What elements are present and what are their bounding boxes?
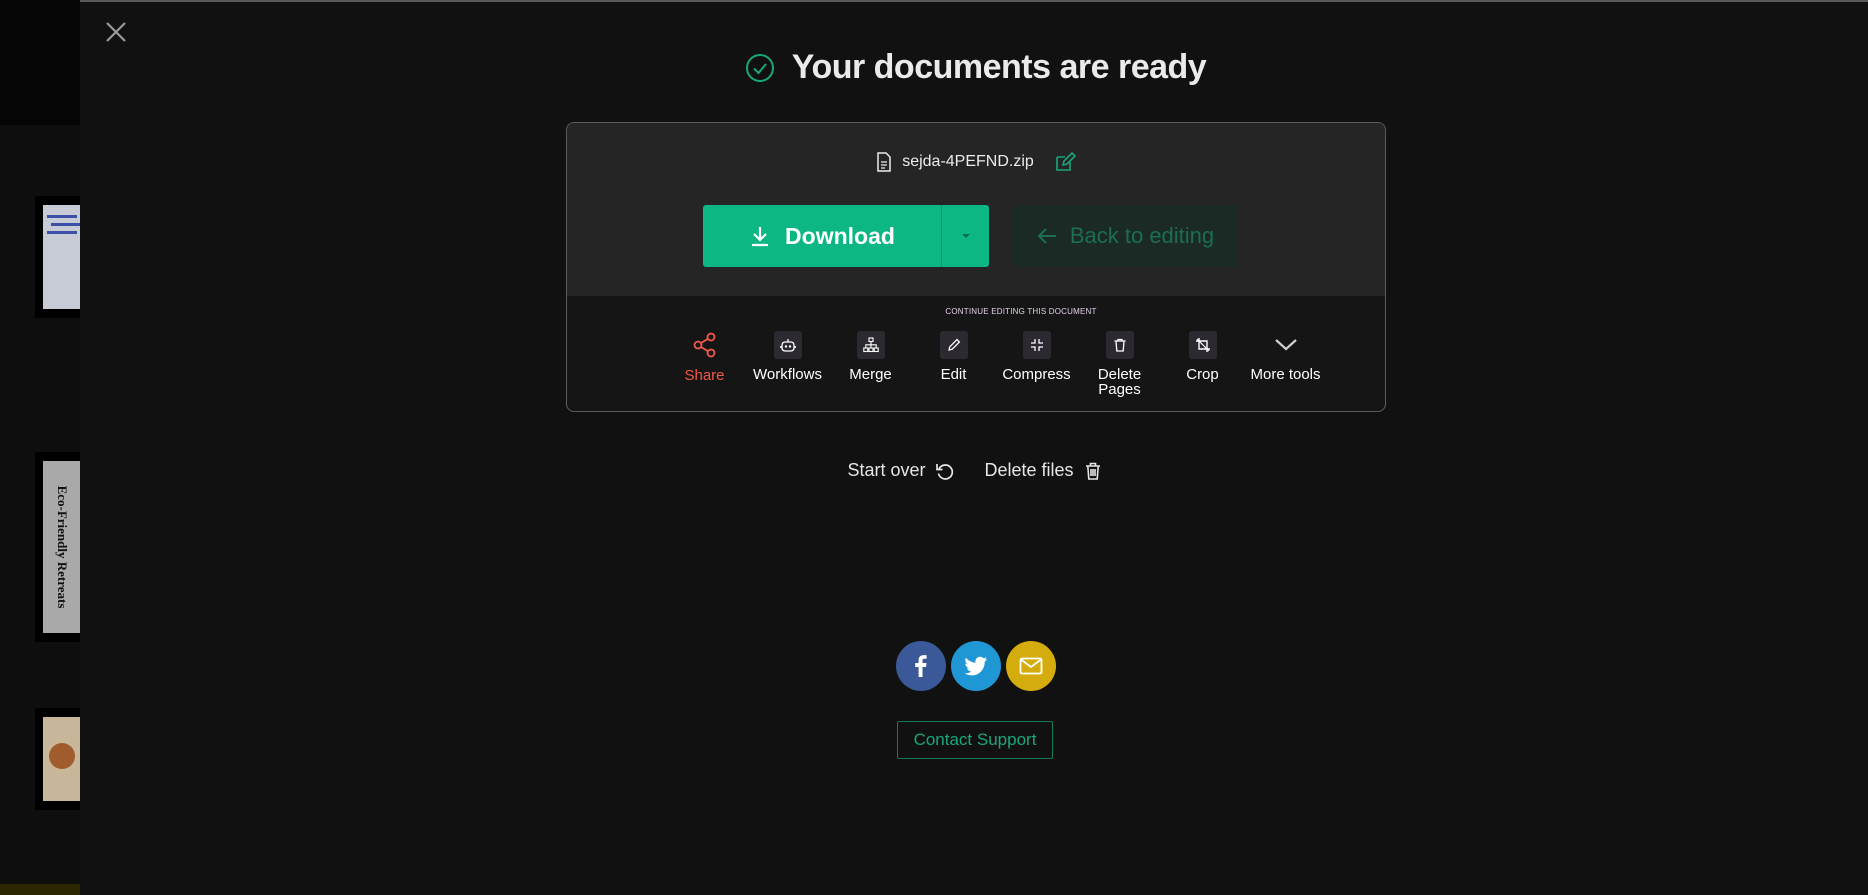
- download-icon: [752, 227, 769, 247]
- page-heading: Your documents are ready: [0, 48, 1868, 87]
- page-title: Your documents are ready: [791, 48, 1207, 86]
- delete-files-button[interactable]: Delete files: [984, 460, 1102, 481]
- thumbnail-text: Eco-Friendly Retreats: [54, 485, 70, 609]
- tool-label: Crop: [1186, 366, 1219, 383]
- tool-more-tools[interactable]: More tools: [1244, 331, 1327, 397]
- file-icon: [877, 152, 891, 172]
- tool-share[interactable]: Share: [663, 331, 746, 397]
- facebook-share-button[interactable]: [896, 641, 946, 691]
- trash-icon: [1114, 338, 1125, 352]
- facebook-icon: [915, 655, 927, 677]
- tool-delete-pages[interactable]: Delete Pages: [1078, 331, 1161, 397]
- arrow-left-icon: [1037, 228, 1056, 244]
- compress-icon: [1030, 339, 1043, 351]
- envelope-icon: [1019, 657, 1043, 675]
- start-over-button[interactable]: Start over: [847, 460, 954, 481]
- sitemap-icon: [862, 337, 879, 353]
- filename-row: sejda-4PEFND.zip: [567, 151, 1385, 173]
- undo-icon: [936, 463, 954, 480]
- page-thumbnail-sidebar: Eco-Friendly Retreats: [0, 0, 80, 895]
- rename-icon[interactable]: [1054, 151, 1076, 173]
- file-name: sejda-4PEFND.zip: [902, 153, 1034, 170]
- delete-files-label: Delete files: [984, 460, 1074, 480]
- page-thumbnail-3[interactable]: [35, 708, 80, 810]
- pencil-icon: [947, 338, 960, 351]
- close-icon: [106, 22, 126, 42]
- tool-workflows[interactable]: Workflows: [746, 331, 829, 397]
- top-border: [0, 0, 1868, 2]
- trash-icon: [1085, 462, 1100, 480]
- twitter-share-button[interactable]: [951, 641, 1001, 691]
- download-button[interactable]: Download: [703, 205, 942, 267]
- back-to-editing-label: Back to editing: [1069, 223, 1215, 248]
- download-label: Download: [785, 222, 895, 249]
- start-over-label: Start over: [847, 460, 926, 480]
- check-circle-icon: [745, 53, 774, 82]
- tool-label: Workflows: [753, 366, 822, 383]
- tool-label: Merge: [849, 366, 892, 383]
- tool-label: More tools: [1250, 366, 1321, 383]
- robot-icon: [779, 339, 796, 352]
- social-share-buttons: [896, 641, 1056, 691]
- contact-support-button[interactable]: Contact Support: [897, 721, 1053, 759]
- continue-editing-label: CONTINUE EDITING THIS DOCUMENT: [945, 307, 1097, 316]
- result-card: sejda-4PEFND.zip Download Back to editin…: [566, 122, 1386, 412]
- tool-label: Share: [684, 367, 725, 384]
- chevron-down-icon: [1274, 339, 1297, 351]
- sidebar-footer: [0, 884, 80, 895]
- tool-edit[interactable]: Edit: [912, 331, 995, 397]
- caret-down-icon: [961, 234, 970, 238]
- download-button-group: Download: [703, 205, 989, 267]
- close-button[interactable]: [104, 20, 128, 44]
- tool-compress[interactable]: Compress: [995, 331, 1078, 397]
- share-icon: [693, 332, 715, 358]
- email-share-button[interactable]: [1006, 641, 1056, 691]
- tool-crop[interactable]: Crop: [1161, 331, 1244, 397]
- tool-label: Compress: [1002, 366, 1071, 383]
- back-to-editing-button[interactable]: Back to editing: [1012, 205, 1238, 267]
- tool-label: Edit: [940, 366, 967, 383]
- twitter-icon: [964, 656, 987, 676]
- tool-merge[interactable]: Merge: [829, 331, 912, 397]
- secondary-actions: Start over Delete files: [0, 460, 1868, 481]
- download-options-button[interactable]: [942, 205, 989, 267]
- tool-list: Share Workflows Merge Edit Compress Dele…: [663, 331, 1327, 397]
- page-thumbnail-1[interactable]: [35, 196, 80, 318]
- tool-label: Delete Pages: [1097, 366, 1142, 398]
- crop-icon: [1195, 338, 1210, 352]
